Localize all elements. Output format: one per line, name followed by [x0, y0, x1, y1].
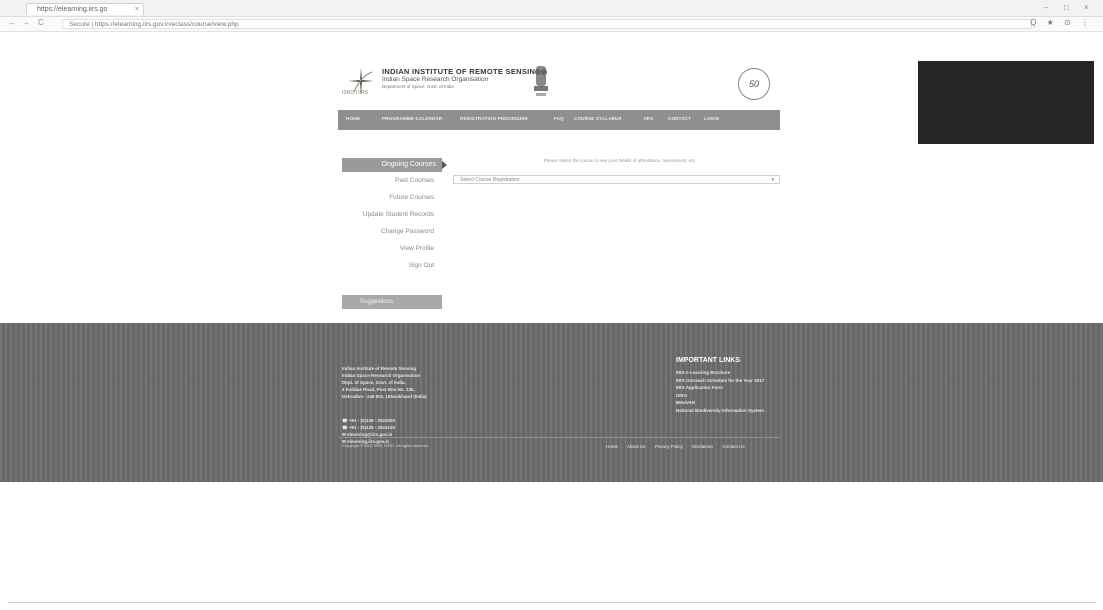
institute-title: INDIAN INSTITUTE OF REMOTE SENSING — [382, 67, 542, 76]
nav-registration-procedure[interactable]: REGISTRATION PROCEDURE — [460, 116, 528, 121]
browser-tab[interactable]: https://elearning.iirs.go × — [26, 3, 144, 15]
footer-nav: Home About Us Privacy Policy Disclaimer … — [606, 444, 753, 449]
course-select-dropdown[interactable]: Select Course Registration ▾ — [453, 175, 780, 184]
sidebar-item-future-courses[interactable]: Future Courses — [342, 190, 442, 206]
footer-link-contact[interactable]: Contact Us — [722, 444, 744, 449]
extension-icons[interactable]: Q ★ ⊙ ⋮ — [1030, 18, 1093, 27]
reload-icon[interactable]: C — [38, 18, 44, 27]
sidebar-menu: Ongoing Courses Past Courses Future Cour… — [342, 158, 447, 274]
link-brochure[interactable]: IIRS e-Learning Brochure — [676, 369, 764, 377]
phone-1: ☎ +91 - (0)135 - 2524000 — [342, 418, 396, 423]
course-select-notice: Please Select the course to see your det… — [543, 158, 697, 163]
address-line: Dept. of Space, Govt. of India, — [342, 380, 406, 385]
footer-link-about[interactable]: About Us — [627, 444, 646, 449]
nav-login[interactable]: LOGIN — [704, 116, 719, 121]
anniversary-logo: 50 — [738, 68, 770, 100]
sidebar-item-ongoing-courses[interactable]: Ongoing Courses — [342, 158, 447, 172]
close-window-icon[interactable]: × — [1084, 3, 1089, 12]
browser-tab-bar: https://elearning.iirs.go × – □ × — [0, 0, 1103, 17]
nav-contact[interactable]: CONTACT — [668, 116, 691, 121]
sidebar-item-sign-out[interactable]: Sign Out — [342, 258, 442, 274]
institute-subtitle: Indian Space Research Organisation — [382, 76, 489, 83]
national-emblem-icon — [534, 66, 548, 96]
course-select-value: Select Course Registration — [460, 177, 520, 183]
sidebar-item-view-profile[interactable]: View Profile — [342, 241, 442, 257]
link-isro[interactable]: ISRO — [676, 392, 764, 400]
nav-course-syllabus[interactable]: COURSE SYLLABUS — [574, 116, 622, 121]
main-nav: HOME PROGRAMME CALENDAR REGISTRATION PRO… — [338, 110, 780, 130]
important-links-list: IIRS e-Learning Brochure IIRS Outreach S… — [676, 369, 764, 414]
tab-close-icon[interactable]: × — [135, 4, 139, 15]
site-footer: Indian Institute of Remote Sensing India… — [0, 323, 1103, 482]
url-input[interactable]: Secure | https://elearning.iirs.gov.in/e… — [62, 19, 1032, 29]
address-line: Indian Space Research Organisation — [342, 373, 421, 378]
address-bar-row: ← → C Secure | https://elearning.iirs.go… — [0, 17, 1103, 32]
address-line: 4 Kalidas Road, Post Box No. 135, — [342, 387, 415, 392]
footer-contact: ☎ +91 - (0)135 - 2524000 ☎ +91 - (0)135 … — [342, 417, 395, 445]
link-application-form[interactable]: IIRS Application Form — [676, 384, 764, 392]
link-bhuvan[interactable]: BHUVAN — [676, 399, 764, 407]
chevron-down-icon: ▾ — [771, 177, 774, 183]
back-icon[interactable]: ← — [8, 18, 16, 27]
link-biodiversity[interactable]: National Biodiversity Information System — [676, 407, 764, 415]
footer-link-privacy[interactable]: Privacy Policy — [655, 444, 683, 449]
nav-programme-calendar[interactable]: PROGRAMME CALENDAR — [382, 116, 442, 121]
maximize-icon[interactable]: □ — [1064, 3, 1069, 12]
phone-2: ☎ +91 - (0)135 - 2524130 — [342, 425, 396, 430]
logo-subtext: ISRO | IIRS — [342, 90, 369, 96]
footer-divider — [338, 437, 780, 438]
forward-icon[interactable]: → — [22, 18, 30, 27]
suggestions-button[interactable]: Suggestions — [342, 295, 442, 309]
tab-title: https://elearning.iirs.go — [37, 6, 108, 13]
institute-dept: Department of Space, Govt. of India — [382, 84, 454, 89]
sidebar-item-change-password[interactable]: Change Password — [342, 224, 442, 240]
address-line: Indian Institute of Remote Sensing — [342, 366, 417, 371]
link-schedule[interactable]: IIRS Outreach Schedule for the Year 2017 — [676, 377, 764, 385]
sidebar-item-past-courses[interactable]: Past Courses — [342, 173, 442, 189]
dark-overlay-panel — [918, 61, 1094, 144]
nav-home[interactable]: HOME — [346, 116, 360, 121]
minimize-icon[interactable]: – — [1044, 3, 1048, 12]
sidebar-item-update-records[interactable]: Update Student Records — [342, 207, 442, 223]
page-bottom-border — [8, 602, 1096, 603]
nav-faq[interactable]: FAQ — [554, 116, 564, 121]
nav-iirs[interactable]: IIRS — [644, 116, 654, 121]
footer-link-home[interactable]: Home — [606, 444, 618, 449]
footer-address: Indian Institute of Remote Sensing India… — [342, 365, 427, 400]
copyright-text: Copyright © 2017 IIRS, ISRO. All rights … — [342, 443, 430, 448]
site-header: ISRO | IIRS INDIAN INSTITUTE OF REMOTE S… — [338, 60, 780, 106]
important-links-title: IMPORTANT LINKS — [676, 357, 741, 364]
footer-link-disclaimer[interactable]: Disclaimer — [692, 444, 713, 449]
address-line: Dehradun - 248 001, Uttarakhand (India) — [342, 394, 427, 399]
